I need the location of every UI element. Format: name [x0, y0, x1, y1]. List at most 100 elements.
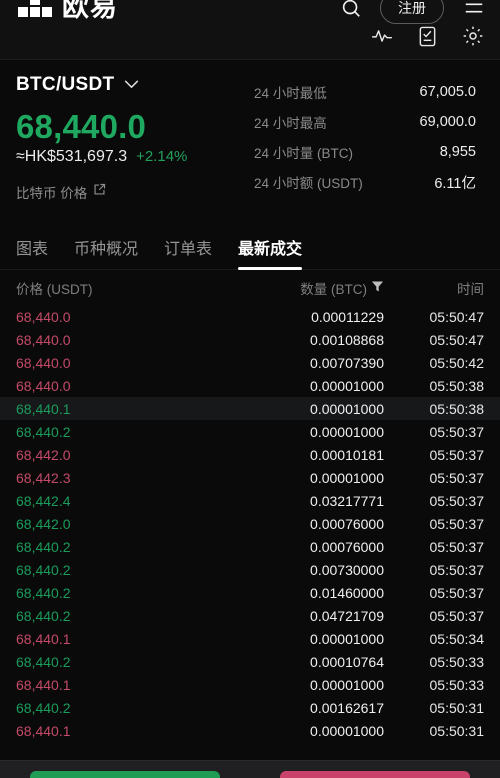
price-change-percent: +2.14%	[136, 148, 188, 165]
table-row[interactable]: 68,442.4 0.03217771 05:50:37	[0, 489, 500, 512]
order-list-icon[interactable]	[418, 26, 437, 47]
table-row[interactable]: 68,440.2 0.00010764 05:50:33	[0, 650, 500, 673]
trade-time: 05:50:31	[429, 722, 485, 739]
table-row[interactable]: 68,440.0 0.00011229 05:50:47	[0, 305, 500, 328]
table-row[interactable]: 68,440.2 0.00001000 05:50:37	[0, 420, 500, 443]
stat-value: 8,955	[439, 144, 476, 160]
trade-price: 68,440.1	[16, 400, 71, 417]
trade-price: 68,440.0	[16, 354, 71, 371]
trade-amount: 0.00001000	[310, 676, 384, 693]
table-row[interactable]: 68,440.2 0.00730000 05:50:37	[0, 558, 500, 581]
register-button[interactable]: 注册	[380, 0, 444, 24]
price-subline: ≈HK$531,697.3 +2.14%	[16, 148, 254, 166]
app-logo[interactable]: 欧易	[18, 0, 118, 22]
tab-overview[interactable]: 币种概况	[74, 225, 138, 270]
coin-price-link[interactable]: 比特币 价格	[16, 182, 254, 202]
trade-time: 05:50:37	[429, 423, 485, 440]
activity-pulse-icon[interactable]	[371, 27, 393, 45]
trade-time: 05:50:37	[429, 446, 485, 463]
gear-icon[interactable]	[462, 25, 484, 47]
table-row[interactable]: 68,440.2 0.00076000 05:50:37	[0, 535, 500, 558]
pair-selector[interactable]: BTC/USDT	[16, 74, 254, 96]
table-row[interactable]: 68,440.1 0.00001000 05:50:38	[0, 397, 500, 420]
trade-price: 68,442.4	[16, 492, 71, 509]
trade-amount: 0.04721709	[310, 607, 384, 624]
trade-time: 05:50:33	[429, 653, 485, 670]
trade-time: 05:50:38	[429, 400, 485, 417]
trade-amount: 0.00001000	[310, 722, 384, 739]
trade-price: 68,440.2	[16, 607, 71, 624]
trade-amount: 0.00010181	[310, 446, 384, 463]
trade-time: 05:50:37	[429, 492, 485, 509]
trade-price: 68,440.2	[16, 584, 71, 601]
trade-time: 05:50:37	[429, 561, 485, 578]
hamburger-menu-icon[interactable]	[462, 0, 486, 19]
trade-amount: 0.00707390	[310, 354, 384, 371]
stat-value: 6.11亿	[434, 175, 476, 192]
trading-app-screen: 欧易 注册 BTC/USDT 68,440.0 ≈HK$531,697.3 +2…	[0, 0, 500, 778]
pair-name: BTC/USDT	[16, 74, 115, 95]
trade-time: 05:50:31	[429, 699, 485, 716]
tab-chart[interactable]: 图表	[16, 225, 48, 270]
column-header-price: 价格 (USDT)	[16, 281, 93, 297]
table-row[interactable]: 68,442.0 0.00010181 05:50:37	[0, 443, 500, 466]
trade-amount: 0.00001000	[310, 377, 384, 394]
logo-text: 欧易	[62, 0, 118, 22]
trade-price: 68,440.2	[16, 538, 71, 555]
trade-amount: 0.00108868	[310, 331, 384, 348]
chevron-down-icon	[124, 76, 139, 94]
top-actions-primary: 注册	[340, 0, 486, 24]
table-row[interactable]: 68,440.2 0.00162617 05:50:31	[0, 696, 500, 719]
trade-price: 68,440.2	[16, 699, 71, 716]
table-row[interactable]: 68,440.2 0.01460000 05:50:37	[0, 581, 500, 604]
stat-label: 24 小时量 (BTC)	[254, 146, 354, 161]
table-row[interactable]: 68,440.0 0.00001000 05:50:38	[0, 374, 500, 397]
stat-label: 24 小时最低	[254, 86, 327, 101]
bottom-action-bar	[0, 760, 500, 778]
table-row[interactable]: 68,440.0 0.00108868 05:50:47	[0, 328, 500, 351]
table-row[interactable]: 68,440.1 0.00001000 05:50:33	[0, 673, 500, 696]
trade-time: 05:50:37	[429, 515, 485, 532]
trade-amount: 0.00010764	[310, 653, 384, 670]
ticker-left: BTC/USDT 68,440.0 ≈HK$531,697.3 +2.14% 比…	[16, 74, 254, 225]
trade-time: 05:50:38	[429, 377, 485, 394]
trade-price: 68,440.2	[16, 423, 71, 440]
okx-logo-icon	[18, 0, 52, 20]
table-row[interactable]: 68,440.1 0.00001000 05:50:34	[0, 627, 500, 650]
table-row[interactable]: 68,442.3 0.00001000 05:50:37	[0, 466, 500, 489]
trade-amount: 0.01460000	[310, 584, 384, 601]
table-row[interactable]: 68,442.0 0.00076000 05:50:37	[0, 512, 500, 535]
trade-amount: 0.00011229	[311, 308, 384, 325]
trades-table-body: 68,440.0 0.00011229 05:50:47 68,440.0 0.0010…	[0, 305, 500, 778]
tab-recent-trades[interactable]: 最新成交	[238, 225, 303, 270]
stat-value: 67,005.0	[419, 84, 476, 100]
trade-amount: 0.03217771	[310, 492, 384, 509]
table-row[interactable]: 68,440.2 0.04721709 05:50:37	[0, 604, 500, 627]
tab-orderbook[interactable]: 订单表	[164, 225, 212, 270]
trade-price: 68,440.2	[16, 653, 71, 670]
filter-funnel-icon[interactable]	[371, 280, 384, 296]
buy-button[interactable]	[30, 771, 220, 778]
trade-time: 05:50:37	[429, 469, 485, 486]
trade-price: 68,440.0	[16, 308, 71, 325]
column-header-amount[interactable]: 数量 (BTC)	[229, 278, 384, 298]
sell-button[interactable]	[280, 771, 470, 778]
table-row[interactable]: 68,440.1 0.00001000 05:50:31	[0, 719, 500, 742]
stat-row: 24 小时额 (USDT) 6.11亿	[254, 167, 484, 197]
trade-amount: 0.00001000	[310, 423, 384, 440]
column-header-time: 时间	[457, 281, 484, 297]
ticker-stats: 24 小时最低 67,005.0 24 小时最高 69,000.0 24 小时量…	[254, 74, 484, 225]
table-row[interactable]: 68,440.0 0.00707390 05:50:42	[0, 351, 500, 374]
trade-price: 68,440.2	[16, 561, 71, 578]
search-icon[interactable]	[340, 0, 362, 19]
trade-time: 05:50:33	[429, 676, 485, 693]
external-link-icon	[93, 183, 106, 201]
coin-price-link-label: 比特币 价格	[16, 186, 88, 201]
trade-price: 68,440.1	[16, 676, 71, 693]
last-price: 68,440.0	[16, 108, 147, 145]
trade-amount: 0.00076000	[310, 538, 384, 555]
trade-price: 68,442.0	[16, 515, 71, 532]
trade-time: 05:50:47	[429, 331, 485, 348]
trade-price: 68,442.0	[16, 446, 71, 463]
trade-amount: 0.00730000	[310, 561, 384, 578]
